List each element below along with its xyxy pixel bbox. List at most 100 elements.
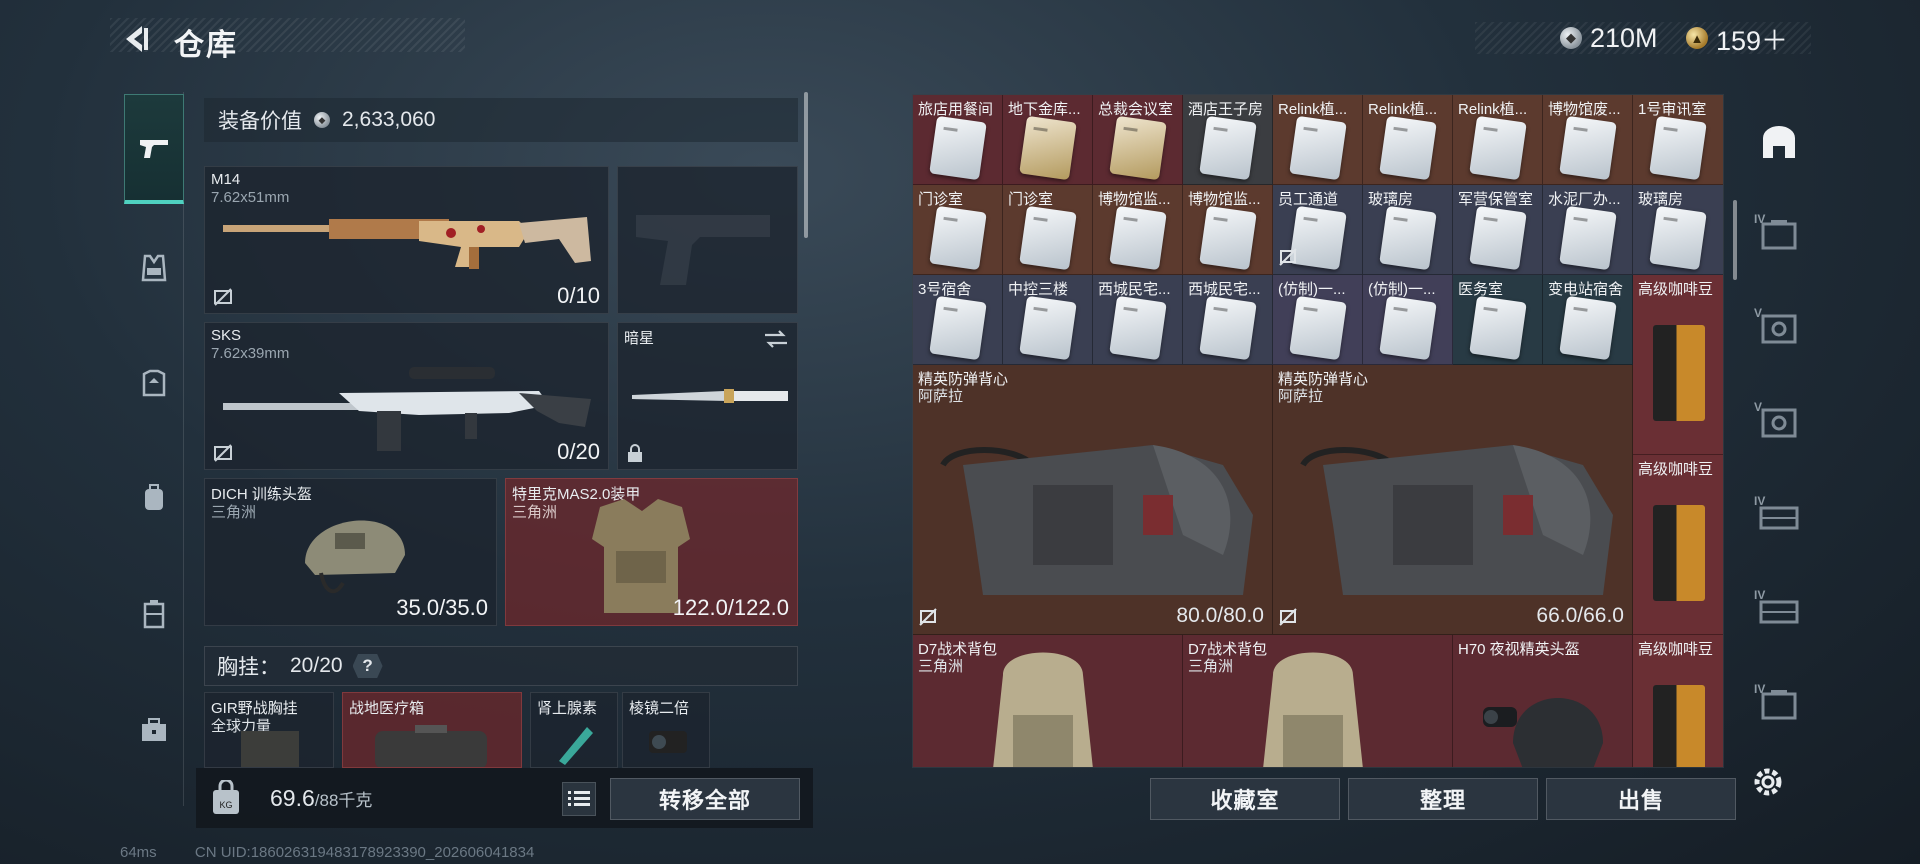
weight-max: /88千克 — [314, 791, 373, 810]
keycard-icon — [1559, 205, 1617, 271]
stash-item[interactable]: 西城民宅... — [1183, 275, 1273, 365]
chest-rig-label: 胸挂： — [217, 656, 280, 679]
stash-item[interactable]: 西城民宅... — [1093, 275, 1183, 365]
currency-gold[interactable]: ▲ 159＋ — [1686, 22, 1788, 56]
keycard-icon — [1379, 205, 1437, 271]
sidearm-slot-empty[interactable] — [617, 166, 798, 314]
stash-item-coffee[interactable]: 高级咖啡豆 — [1633, 635, 1723, 767]
back-button[interactable] — [118, 22, 152, 56]
chest-item-adrenaline[interactable]: 肾上腺素 — [530, 692, 618, 768]
item-faction: 三角洲 — [1188, 658, 1234, 675]
stash-item[interactable]: Relink植... — [1273, 95, 1363, 185]
stash-item[interactable]: 博物馆监... — [1183, 185, 1273, 275]
stash-item[interactable]: 军营保管室 — [1453, 185, 1543, 275]
stash-item-coffee[interactable]: 高级咖啡豆 — [1633, 455, 1723, 635]
keycard-icon — [1199, 115, 1257, 181]
case-tab-2[interactable]: V — [1752, 304, 1806, 352]
stash-item[interactable]: (仿制)一... — [1363, 275, 1453, 365]
toolbox-icon — [142, 718, 166, 741]
item-label: Relink植... — [1368, 101, 1438, 118]
stash-item[interactable]: 3号宿舍 — [913, 275, 1003, 365]
stash-item[interactable]: (仿制)一... — [1273, 275, 1363, 365]
nv-helmet-image — [1483, 698, 1603, 767]
stash-item[interactable]: 医务室 — [1453, 275, 1543, 365]
keycard-icon — [929, 295, 987, 361]
currency-silver[interactable]: ◆ 210M — [1560, 22, 1658, 54]
organize-button[interactable]: 整理 — [1348, 778, 1538, 820]
stash-item[interactable]: 门诊室 — [913, 185, 1003, 275]
chest-item-medkit[interactable]: 战地医疗箱 — [342, 692, 522, 768]
stash-item[interactable]: 员工通道 — [1273, 185, 1363, 275]
case-tab-5[interactable]: IV — [1752, 586, 1806, 634]
left-scrollbar[interactable] — [804, 92, 808, 238]
stash-item-vest[interactable]: 精英防弹背心 阿萨拉 66.0/66.0 — [1273, 365, 1633, 635]
chest-rig-slot[interactable]: GIR野战胸挂 全球力量 — [204, 692, 334, 768]
item-label: 酒店王子房 — [1188, 101, 1264, 118]
swap-icon[interactable] — [763, 329, 789, 349]
case-tab-4[interactable]: IV — [1752, 492, 1806, 540]
stash-item[interactable]: 水泥厂办... — [1543, 185, 1633, 275]
stash-scrollbar[interactable] — [1733, 200, 1737, 280]
stash-item[interactable]: 旅店用餐间 — [913, 95, 1003, 185]
stash-item[interactable]: Relink植... — [1363, 95, 1453, 185]
chest-rig-image — [241, 731, 299, 767]
stash-item-backpack[interactable]: D7战术背包 三角洲 — [913, 635, 1183, 767]
stash-item[interactable]: 玻璃房 — [1633, 185, 1723, 275]
weapon-caliber: 7.62x51mm — [211, 189, 290, 206]
no-insure-icon — [1279, 248, 1297, 266]
nav-vest[interactable] — [128, 242, 180, 294]
list-view-button[interactable] — [562, 782, 596, 816]
stash-all-tab[interactable] — [1752, 118, 1806, 166]
transfer-all-button[interactable]: 转移全部 — [610, 778, 800, 820]
nav-armor[interactable] — [128, 358, 180, 410]
coffee-bag-icon — [1653, 685, 1705, 767]
sell-button[interactable]: 出售 — [1546, 778, 1736, 820]
stash-item[interactable]: 门诊室 — [1003, 185, 1093, 275]
primary-weapon-slot[interactable]: M14 7.62x51mm 0/10 — [204, 166, 609, 314]
case-tab-6[interactable]: IV — [1752, 680, 1806, 728]
case-tab-3[interactable]: V — [1752, 398, 1806, 446]
stash-item-coffee[interactable]: 高级咖啡豆 — [1633, 275, 1723, 455]
medkit-image — [375, 725, 487, 767]
chest-rig-row: 胸挂： 20/20 ? — [204, 646, 798, 686]
helmet-slot[interactable]: DICH 训练头盔 三角洲 35.0/35.0 — [204, 478, 497, 626]
item-label: 军营保管室 — [1458, 191, 1534, 208]
stash-item-vest[interactable]: 精英防弹背心 阿萨拉 80.0/80.0 — [913, 365, 1273, 635]
stash-item[interactable]: 总裁会议室 — [1093, 95, 1183, 185]
stash-item[interactable]: 博物馆废... — [1543, 95, 1633, 185]
no-insure-icon — [214, 288, 232, 306]
item-label: 水泥厂办... — [1548, 191, 1621, 208]
settings-gear-icon[interactable] — [1750, 764, 1786, 800]
collection-room-button[interactable]: 收藏室 — [1150, 778, 1340, 820]
tier-label: IV — [1754, 494, 1766, 508]
weapon-name: SKS — [211, 327, 242, 344]
stash-item[interactable]: 1号审讯室 — [1633, 95, 1723, 185]
melee-name: 暗星 — [624, 330, 655, 347]
vest-icon — [141, 254, 167, 282]
stash-item-backpack[interactable]: D7战术背包 三角洲 — [1183, 635, 1453, 767]
stash-item[interactable]: Relink植... — [1453, 95, 1543, 185]
case-tab-1[interactable]: IV — [1752, 210, 1806, 258]
stash-item[interactable]: 变电站宿舍 — [1543, 275, 1633, 365]
stash-item[interactable]: 地下金库... — [1003, 95, 1093, 185]
melee-slot[interactable]: 暗星 — [617, 322, 798, 470]
nav-backpack[interactable] — [128, 472, 180, 524]
armor-slot[interactable]: 特里克MAS2.0装甲 三角洲 122.0/122.0 — [505, 478, 798, 626]
secondary-weapon-slot[interactable]: SKS 7.62x39mm 0/20 — [204, 322, 609, 470]
item-label: 高级咖啡豆 — [1638, 641, 1714, 658]
warehouse-icon — [1763, 126, 1795, 158]
stash-item[interactable]: 玻璃房 — [1363, 185, 1453, 275]
help-icon[interactable]: ? — [352, 654, 383, 678]
weapon-ammo: 0/20 — [557, 439, 600, 464]
item-label: 总裁会议室 — [1098, 101, 1174, 118]
chest-item-scope[interactable]: 棱镜二倍 — [622, 692, 710, 768]
stash-item[interactable]: 博物馆监... — [1093, 185, 1183, 275]
nav-case[interactable] — [128, 588, 180, 640]
item-label: Relink植... — [1458, 101, 1528, 118]
stash-item[interactable]: 中控三楼 — [1003, 275, 1093, 365]
nav-weapons[interactable] — [124, 94, 184, 204]
stash-item-helmet[interactable]: H70 夜视精英头盔 — [1453, 635, 1633, 767]
equipment-value-label: 装备价值 — [218, 110, 302, 133]
nav-toolbox[interactable] — [128, 704, 180, 756]
stash-item[interactable]: 酒店王子房 — [1183, 95, 1273, 185]
